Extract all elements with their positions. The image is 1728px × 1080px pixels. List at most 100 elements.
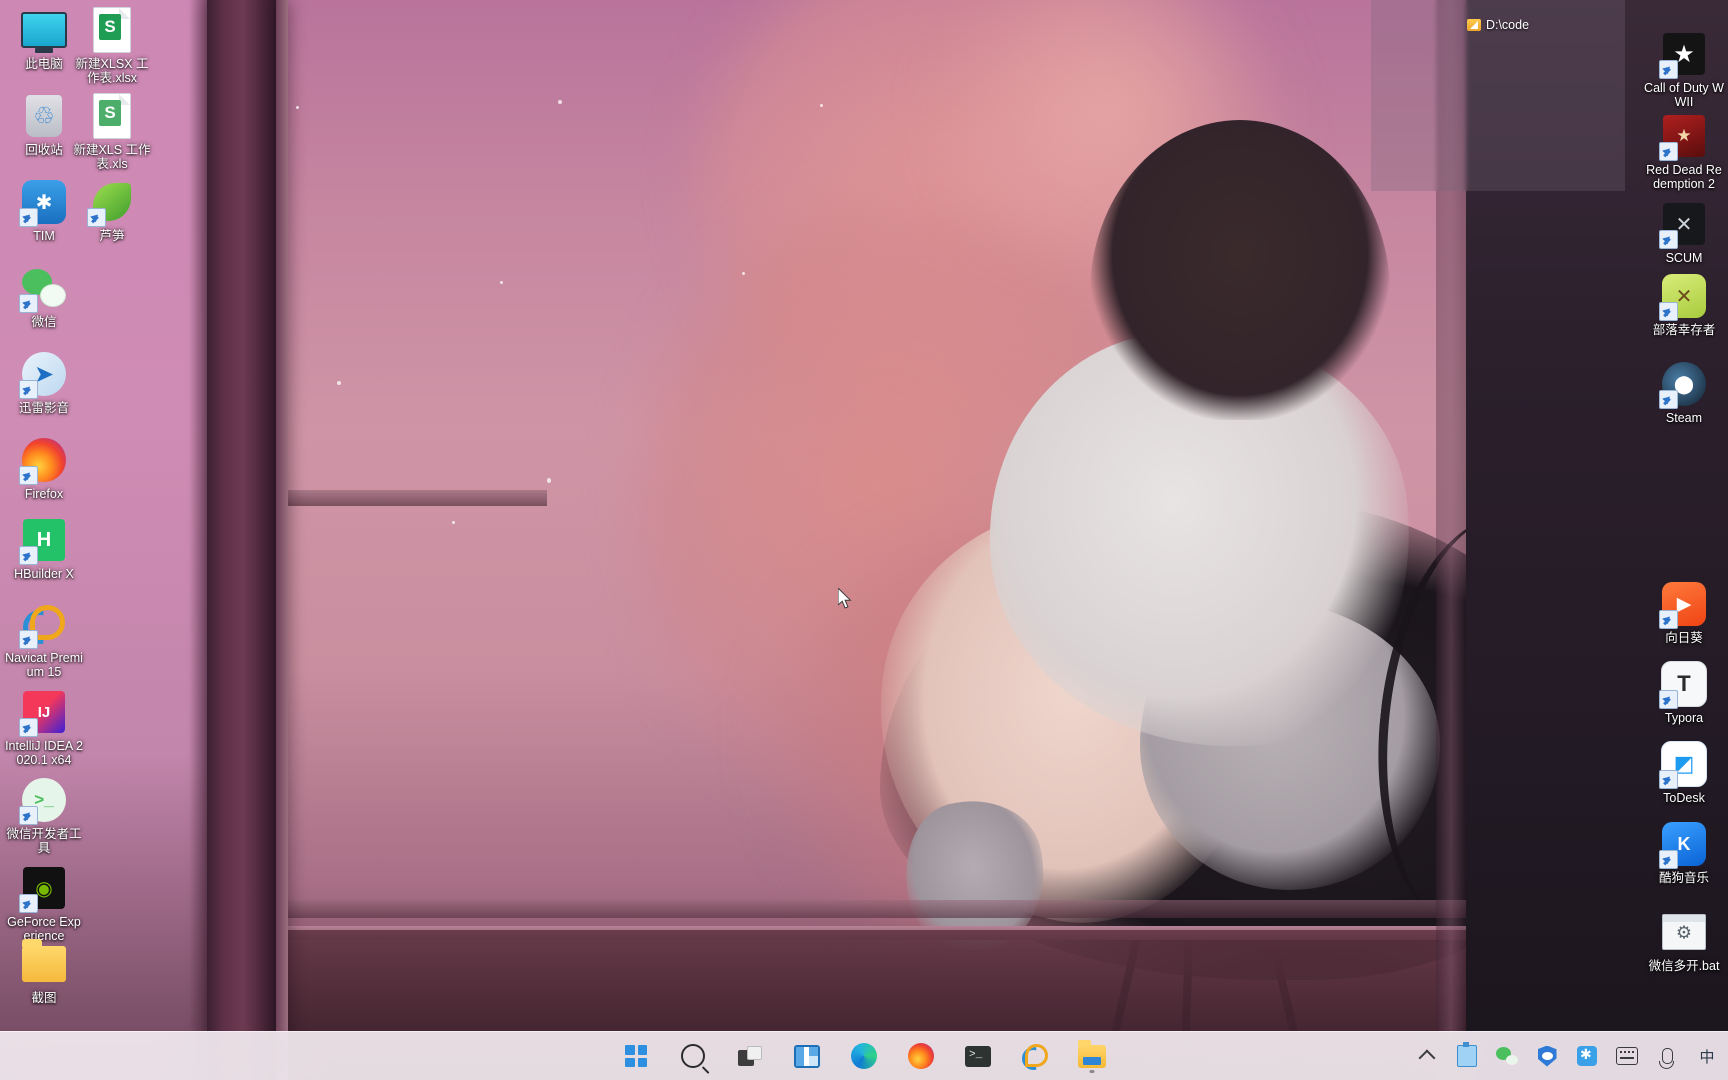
scum-icon: ✕ <box>1659 200 1708 249</box>
desktop-icon-xlsx-file[interactable]: S 新建XLSX 工作表.xlsx <box>72 6 152 85</box>
shortcut-arrow-icon <box>19 806 38 825</box>
desktop-icon-label: 迅雷影音 <box>18 401 69 415</box>
recycle-bin-icon <box>20 92 68 140</box>
desktop-icon-label: Firefox <box>24 487 64 501</box>
desktop-icon-sunlogin[interactable]: ▶ 向日葵 <box>1644 580 1724 645</box>
shortcut-arrow-icon <box>19 546 38 565</box>
desktop-icon-xls-file[interactable]: S 新建XLS 工作表.xls <box>72 92 152 171</box>
desktop-icon-lusun[interactable]: 芦笋 <box>72 178 152 243</box>
desktop-icon-red-dead-redemption-2[interactable]: ★ Red Dead Redemption 2 <box>1644 112 1724 191</box>
desktop-icon-label: ToDesk <box>1663 791 1705 805</box>
desktop-icon-label: Steam <box>1665 411 1703 425</box>
shortcut-arrow-icon <box>19 466 38 485</box>
desktop-icon-steam[interactable]: ⬤ Steam <box>1644 360 1724 425</box>
desktop-icon-navicat-premium[interactable]: Navicat Premium 15 <box>4 600 84 679</box>
intellij-idea-icon: IJ <box>19 688 68 737</box>
todesk-icon: ◩ <box>1659 740 1708 789</box>
terminal-icon <box>965 1045 991 1067</box>
desktop-icon-label: 微信 <box>31 315 57 329</box>
chevron-up-icon[interactable] <box>1416 1045 1438 1067</box>
shortcut-arrow-icon <box>1659 850 1678 869</box>
wallpaper-window-mullion <box>276 0 288 1080</box>
desktop-icon-label: 微信多开.bat <box>1648 959 1720 973</box>
fences-group-title: D:\code <box>1371 18 1625 32</box>
shortcut-arrow-icon <box>19 380 38 399</box>
taskbar-navicat-button[interactable] <box>1015 1036 1055 1076</box>
desktop-icon-tribe-survivors[interactable]: ✕ 部落幸存者 <box>1644 272 1724 337</box>
file-explorer-icon <box>1078 1039 1106 1068</box>
wallpaper-speck <box>742 272 745 275</box>
widgets-icon <box>794 1044 820 1068</box>
shortcut-arrow-icon <box>1659 302 1678 321</box>
hbuilderx-icon: H <box>19 516 68 565</box>
system-tray: 中 <box>1416 1032 1728 1080</box>
shortcut-arrow-icon <box>19 630 38 649</box>
desktop-icon-typora[interactable]: T Typora <box>1644 660 1724 725</box>
desktop-icon-wechat[interactable]: 微信 <box>4 264 84 329</box>
desktop-icon-firefox[interactable]: Firefox <box>4 436 84 501</box>
fences-group-title-text: D:\code <box>1485 18 1530 32</box>
desktop-icon-wechat-devtools[interactable]: >_ 微信开发者工具 <box>4 776 84 855</box>
desktop-icon-label: 部落幸存者 <box>1652 323 1716 337</box>
wallpaper-speck <box>296 106 299 109</box>
desktop-icon-label: SCUM <box>1665 251 1703 265</box>
microphone-icon[interactable] <box>1656 1045 1678 1069</box>
shortcut-arrow-icon <box>1659 770 1678 789</box>
desktop-icon-label: 向日葵 <box>1665 631 1703 645</box>
desktop-icon-xunlei-player[interactable]: ➤ 迅雷影音 <box>4 350 84 415</box>
default-arrow-cursor <box>838 588 852 609</box>
wallpaper-speck <box>558 100 562 104</box>
geforce-experience-icon: ◉ <box>19 864 68 913</box>
taskbar-file-explorer-button[interactable] <box>1072 1036 1112 1076</box>
taskbar-edge-button[interactable] <box>844 1036 884 1076</box>
touch-keyboard-icon[interactable] <box>1616 1045 1638 1067</box>
desktop-icon-intellij-idea[interactable]: IJ IntelliJ IDEA 2020.1 x64 <box>4 688 84 767</box>
desktop-icon-label: 截图 <box>31 991 57 1005</box>
desktop-icon-scum[interactable]: ✕ SCUM <box>1644 200 1724 265</box>
taskbar-task-view-button[interactable] <box>730 1036 770 1076</box>
taskbar-start-button[interactable] <box>616 1036 656 1076</box>
navicat-icon <box>1022 1044 1048 1068</box>
taskbar-terminal-button[interactable] <box>958 1036 998 1076</box>
taskbar-search-button[interactable] <box>673 1036 713 1076</box>
taskbar[interactable]: 中 <box>0 1031 1728 1080</box>
desktop-icon-label: Call of Duty WWII <box>1644 81 1724 109</box>
shortcut-arrow-icon <box>1659 142 1678 161</box>
desktop-icon-todesk[interactable]: ◩ ToDesk <box>1644 740 1724 805</box>
taskbar-firefox-button[interactable] <box>901 1036 941 1076</box>
desktop-icon-wechat-multi-bat[interactable]: 微信多开.bat <box>1644 908 1724 973</box>
usb-eject-icon[interactable] <box>1456 1042 1478 1067</box>
edge-icon <box>851 1043 877 1069</box>
windows-start-icon <box>625 1045 647 1067</box>
desktop-icon-screenshots-folder[interactable]: 截图 <box>4 939 84 1005</box>
steam-icon: ⬤ <box>1659 360 1708 409</box>
desktop-icon-hbuilderx[interactable]: H HBuilder X <box>4 516 84 581</box>
fences-group-dcode[interactable]: D:\code 在线考试系统源码.rar 超市系统视频.rar P4 超市系统视… <box>1371 0 1625 191</box>
desktop-icon-label: Navicat Premium 15 <box>5 651 83 679</box>
desktop-icon-label: 新建XLS 工作表.xls <box>73 143 151 171</box>
desktop-icon-label: Red Dead Redemption 2 <box>1646 163 1722 191</box>
tim-tray-icon[interactable] <box>1576 1045 1598 1067</box>
kugou-music-icon: K <box>1659 820 1708 869</box>
security-shield-icon[interactable] <box>1536 1045 1558 1067</box>
wechat-devtools-icon: >_ <box>19 776 68 825</box>
firefox-icon <box>908 1043 934 1069</box>
wechat-tray-icon[interactable] <box>1496 1045 1518 1067</box>
taskbar-widgets-button[interactable] <box>787 1036 827 1076</box>
xlsx-file-icon: S <box>88 6 136 54</box>
wallpaper-window-mullion <box>207 0 279 1080</box>
taskbar-center-group <box>616 1032 1112 1080</box>
xunlei-player-icon: ➤ <box>19 350 68 399</box>
ime-chinese-icon[interactable]: 中 <box>1696 1045 1718 1067</box>
desktop-icon-label: GeForce Experience <box>7 915 81 943</box>
desktop-icon-kugou-music[interactable]: K 酷狗音乐 <box>1644 820 1724 885</box>
desktop-icon-call-of-duty-wwii[interactable]: ★ Call of Duty WWII <box>1644 30 1724 109</box>
desktop-icon-geforce-experience[interactable]: ◉ GeForce Experience <box>4 864 84 943</box>
wallpaper-speck <box>500 281 503 284</box>
shortcut-arrow-icon <box>19 894 38 913</box>
wallpaper-speck <box>452 521 455 524</box>
fences-group-icon <box>1466 19 1481 31</box>
desktop-screen: 此电脑 回收站 ✱ TIM 微信 ➤ 迅雷影音 <box>0 0 1728 1080</box>
search-icon <box>681 1044 705 1068</box>
sunlogin-icon: ▶ <box>1659 580 1708 629</box>
